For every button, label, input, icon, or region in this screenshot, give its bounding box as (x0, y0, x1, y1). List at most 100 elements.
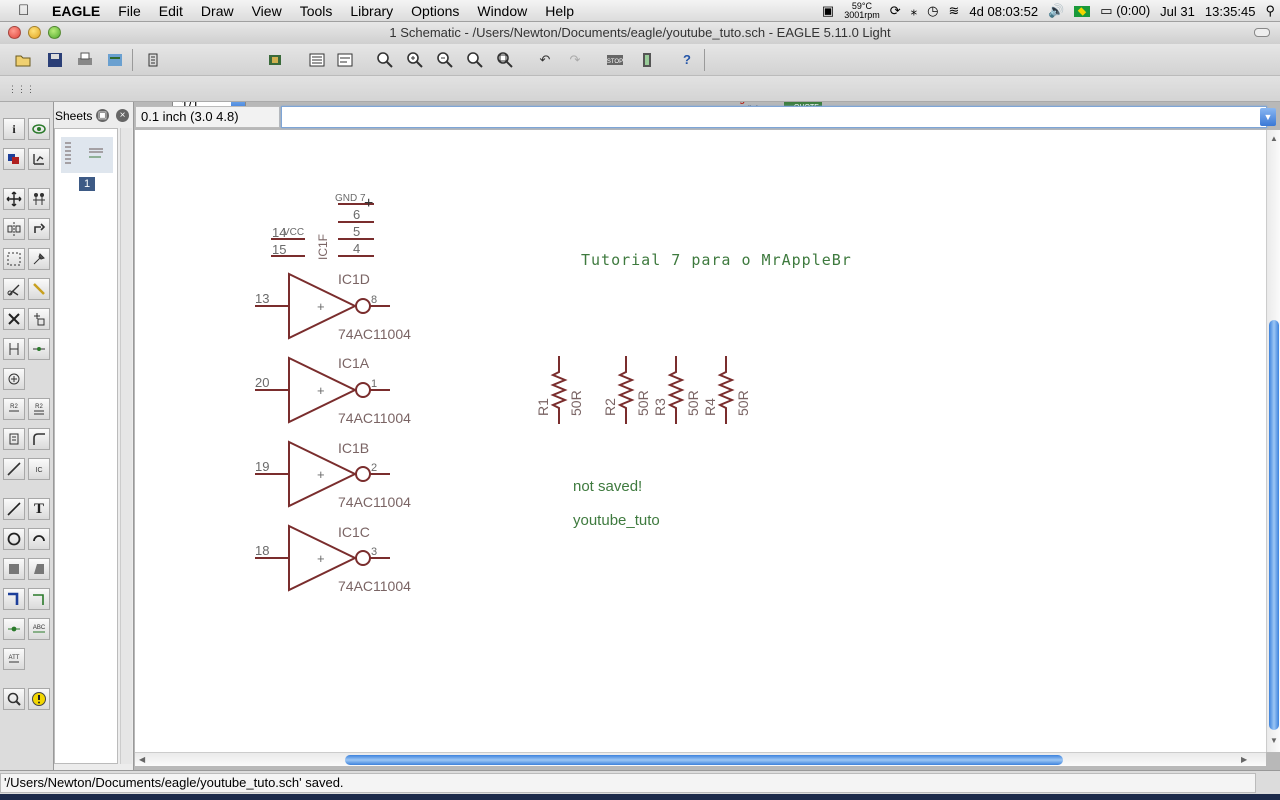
gate-ic1b[interactable]: 19 2 + IC1B 74AC11004 (255, 440, 411, 510)
fan-status[interactable]: 59°C 3001rpm (844, 2, 880, 20)
menu-file[interactable]: File (109, 3, 150, 19)
invoke-icon[interactable]: IC (28, 458, 50, 480)
menu-app-name[interactable]: EAGLE (40, 3, 109, 19)
pinswap-icon[interactable] (3, 338, 25, 360)
menu-help[interactable]: Help (536, 3, 583, 19)
group-icon[interactable] (3, 248, 25, 270)
minimize-window-button[interactable] (28, 26, 41, 39)
cut-icon[interactable] (3, 278, 25, 300)
bus-icon[interactable] (3, 588, 25, 610)
open-icon[interactable] (12, 50, 34, 70)
label-icon[interactable]: ABC (28, 618, 50, 640)
script-icon[interactable] (306, 50, 328, 70)
split-icon[interactable] (3, 458, 25, 480)
go-icon[interactable] (636, 50, 658, 70)
scroll-up-icon[interactable]: ▲ (1270, 134, 1278, 143)
resistor-r3[interactable]: R3 50R (652, 356, 701, 424)
mark-icon[interactable] (28, 148, 50, 170)
spotlight-search-icon[interactable]: ⚲ (1265, 3, 1275, 19)
zoom-select-icon[interactable] (494, 50, 516, 70)
print-icon[interactable] (74, 50, 96, 70)
menu-options[interactable]: Options (402, 3, 468, 19)
gate-ic1d[interactable]: 13 8 + IC1D 74AC11004 (255, 271, 411, 342)
power-symbol-ic1f[interactable]: GND 7 + 6 5 4 14 VCC 15 IC1F (271, 193, 374, 260)
resistor-r2[interactable]: R2 50R (602, 356, 651, 424)
gate-ic1a[interactable]: 20 1 + IC1A 74AC11004 (255, 355, 411, 426)
not-saved-text[interactable]: not saved! (573, 478, 642, 495)
horizontal-scroll-thumb[interactable] (345, 755, 1063, 765)
net-icon[interactable] (28, 588, 50, 610)
time-machine-icon[interactable]: ◷ (927, 3, 938, 19)
save-icon[interactable] (44, 50, 66, 70)
circle-icon[interactable] (3, 528, 25, 550)
zoom-redraw-icon[interactable] (464, 50, 486, 70)
name-icon[interactable]: R2 (3, 398, 25, 420)
show-icon[interactable] (28, 118, 50, 140)
copy-icon[interactable] (28, 188, 50, 210)
gateswap-icon[interactable] (3, 368, 25, 390)
undo-icon[interactable]: ↶ (534, 50, 556, 70)
sheet-thumbnail[interactable] (61, 137, 113, 173)
scroll-left-icon[interactable]: ◀ (139, 755, 145, 764)
wifi-icon[interactable]: ≋ (949, 3, 960, 19)
scroll-right-icon[interactable]: ▶ (1241, 755, 1247, 764)
menu-draw[interactable]: Draw (192, 3, 243, 19)
display-layers-icon[interactable] (3, 148, 25, 170)
use-library-icon[interactable] (142, 50, 164, 70)
canvas-vertical-scrollbar[interactable]: ▲ ▼ (1266, 130, 1280, 752)
erc-icon[interactable] (3, 688, 25, 710)
menu-view[interactable]: View (243, 3, 291, 19)
resistor-r1[interactable]: R1 50R (535, 356, 584, 424)
stop-icon[interactable]: STOP (604, 50, 626, 70)
rect-icon[interactable] (3, 558, 25, 580)
resistor-r4[interactable]: R4 50R (702, 356, 751, 424)
junction-icon[interactable] (3, 618, 25, 640)
menu-window[interactable]: Window (468, 3, 536, 19)
toolbar-toggle-button[interactable] (1254, 28, 1270, 37)
menu-library[interactable]: Library (341, 3, 402, 19)
paste-icon[interactable] (28, 278, 50, 300)
brazil-flag-icon[interactable] (1074, 5, 1091, 17)
command-line-input[interactable] (281, 106, 1267, 128)
sheet-number[interactable]: 1 (79, 177, 95, 191)
gate-ic1c[interactable]: 18 3 + IC1C 74AC11004 (255, 524, 411, 594)
canvas-horizontal-scrollbar[interactable]: ◀ ▶ (135, 752, 1266, 766)
zoom-fit-icon[interactable] (374, 50, 396, 70)
value-icon[interactable]: R2 (28, 398, 50, 420)
camera-icon[interactable]: ▣ (822, 3, 834, 19)
apple-icon[interactable]:  (18, 2, 40, 19)
detach-panel-icon[interactable]: ▣ (96, 109, 109, 122)
schematic-drawing[interactable]: GND 7 + 6 5 4 14 VCC 15 IC1F 13 8 + IC1D… (135, 130, 1266, 752)
move-icon[interactable] (3, 188, 25, 210)
menu-edit[interactable]: Edit (150, 3, 192, 19)
arc-icon[interactable] (28, 528, 50, 550)
vertical-scroll-thumb[interactable] (1269, 320, 1279, 730)
sheets-scrollbar[interactable] (120, 128, 132, 764)
zoom-out-icon[interactable] (434, 50, 456, 70)
smash-icon[interactable] (3, 428, 25, 450)
errors-icon[interactable] (28, 688, 50, 710)
attribute-icon[interactable]: ATT (3, 648, 25, 670)
close-panel-icon[interactable]: × (116, 109, 129, 122)
change-icon[interactable] (28, 248, 50, 270)
help-icon[interactable]: ? (676, 50, 698, 70)
miter-icon[interactable] (28, 428, 50, 450)
tutorial-text[interactable]: Tutorial 7 para o MrAppleBr (581, 251, 852, 269)
redo-icon[interactable]: ↷ (564, 50, 586, 70)
close-window-button[interactable] (8, 26, 21, 39)
text-icon[interactable]: T (28, 498, 50, 520)
bluetooth-icon[interactable]: ⁎ (911, 3, 918, 19)
scroll-down-icon[interactable]: ▼ (1270, 736, 1278, 745)
delete-icon[interactable] (3, 308, 25, 330)
zoom-window-button[interactable] (48, 26, 61, 39)
mirror-icon[interactable] (3, 218, 25, 240)
polygon-icon[interactable] (28, 558, 50, 580)
rotate-icon[interactable] (28, 218, 50, 240)
sync-icon[interactable]: ⟳ (890, 3, 901, 19)
wire-icon[interactable] (3, 498, 25, 520)
command-history-dropdown-icon[interactable]: ▼ (1260, 108, 1276, 126)
clock[interactable]: 13:35:45 (1205, 4, 1256, 19)
add-icon[interactable] (28, 308, 50, 330)
menu-tools[interactable]: Tools (291, 3, 342, 19)
volume-icon[interactable]: 🔊 (1048, 3, 1064, 19)
